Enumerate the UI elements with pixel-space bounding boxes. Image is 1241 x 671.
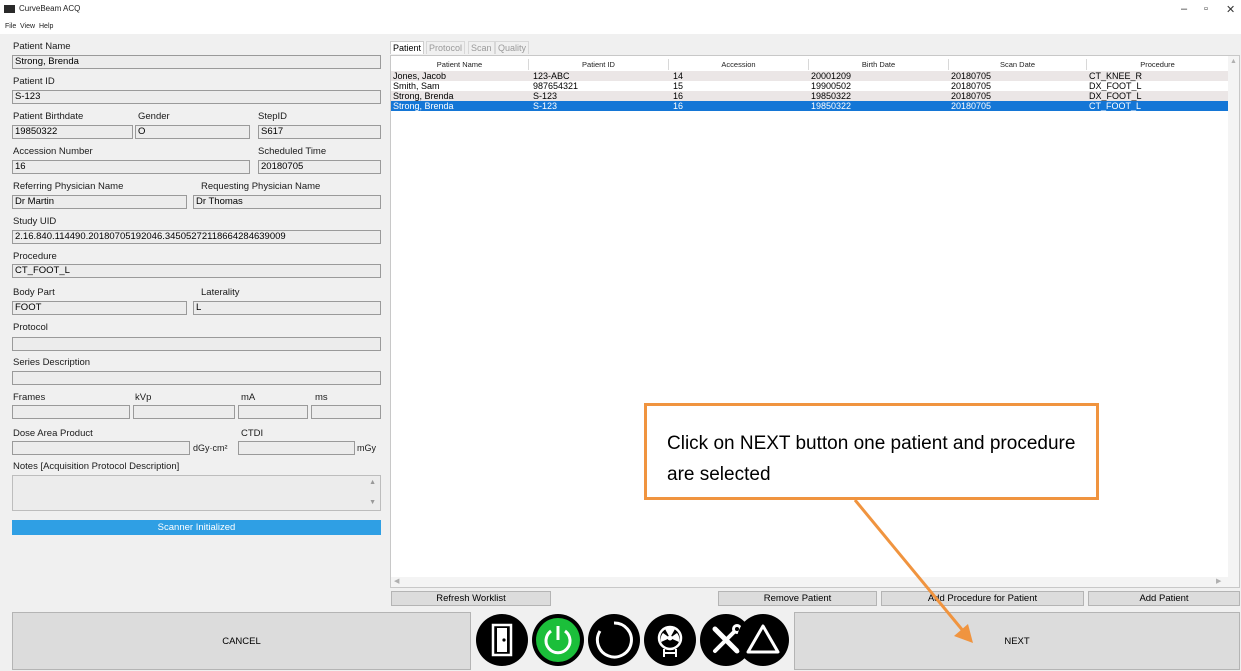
- callout-arrow: [853, 499, 973, 643]
- callout-text: Click on NEXT button one patient and pro…: [667, 433, 1076, 485]
- instruction-callout: Click on NEXT button one patient and pro…: [644, 403, 1099, 500]
